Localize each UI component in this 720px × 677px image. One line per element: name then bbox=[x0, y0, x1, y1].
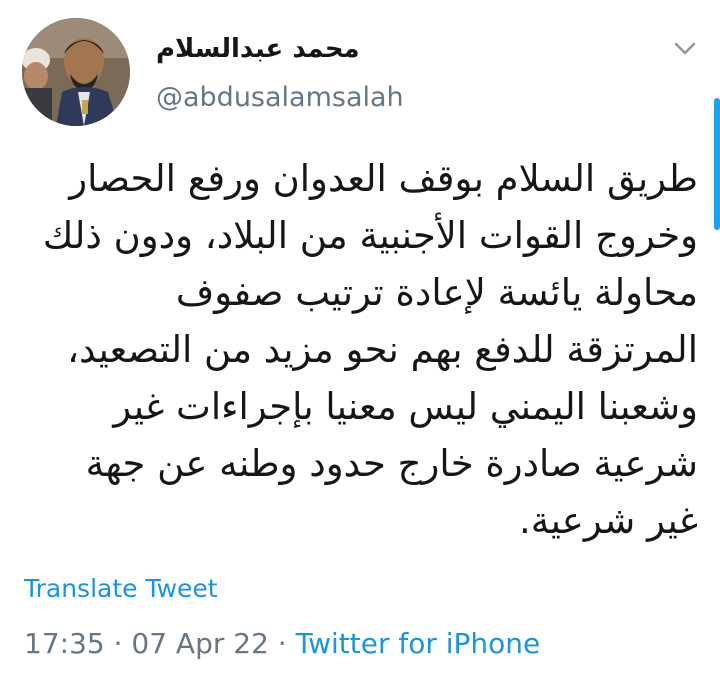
author-display-name[interactable]: محمد عبدالسلام bbox=[156, 34, 360, 64]
scrollbar[interactable] bbox=[714, 98, 720, 230]
author-handle[interactable]: @abdusalamsalah bbox=[156, 82, 404, 113]
tweet-date: 07 Apr 22 bbox=[131, 627, 269, 660]
meta-separator: · bbox=[268, 627, 296, 660]
translate-tweet-link[interactable]: Translate Tweet bbox=[24, 574, 218, 603]
tweet-time: 17:35 bbox=[24, 627, 105, 660]
chevron-down-icon[interactable] bbox=[672, 38, 698, 58]
tweet-meta: 17:35 · 07 Apr 22 · Twitter for iPhone bbox=[24, 627, 540, 660]
tweet-text: طريق السلام بوقف العدوان ورفع الحصار وخر… bbox=[42, 157, 698, 542]
avatar[interactable] bbox=[22, 18, 130, 126]
tweet-source-link[interactable]: Twitter for iPhone bbox=[296, 627, 541, 660]
tweet-card: محمد عبدالسلام @abdusalamsalah طريق السل… bbox=[0, 0, 720, 677]
profile-photo-icon bbox=[22, 18, 130, 126]
meta-separator: · bbox=[104, 627, 132, 660]
